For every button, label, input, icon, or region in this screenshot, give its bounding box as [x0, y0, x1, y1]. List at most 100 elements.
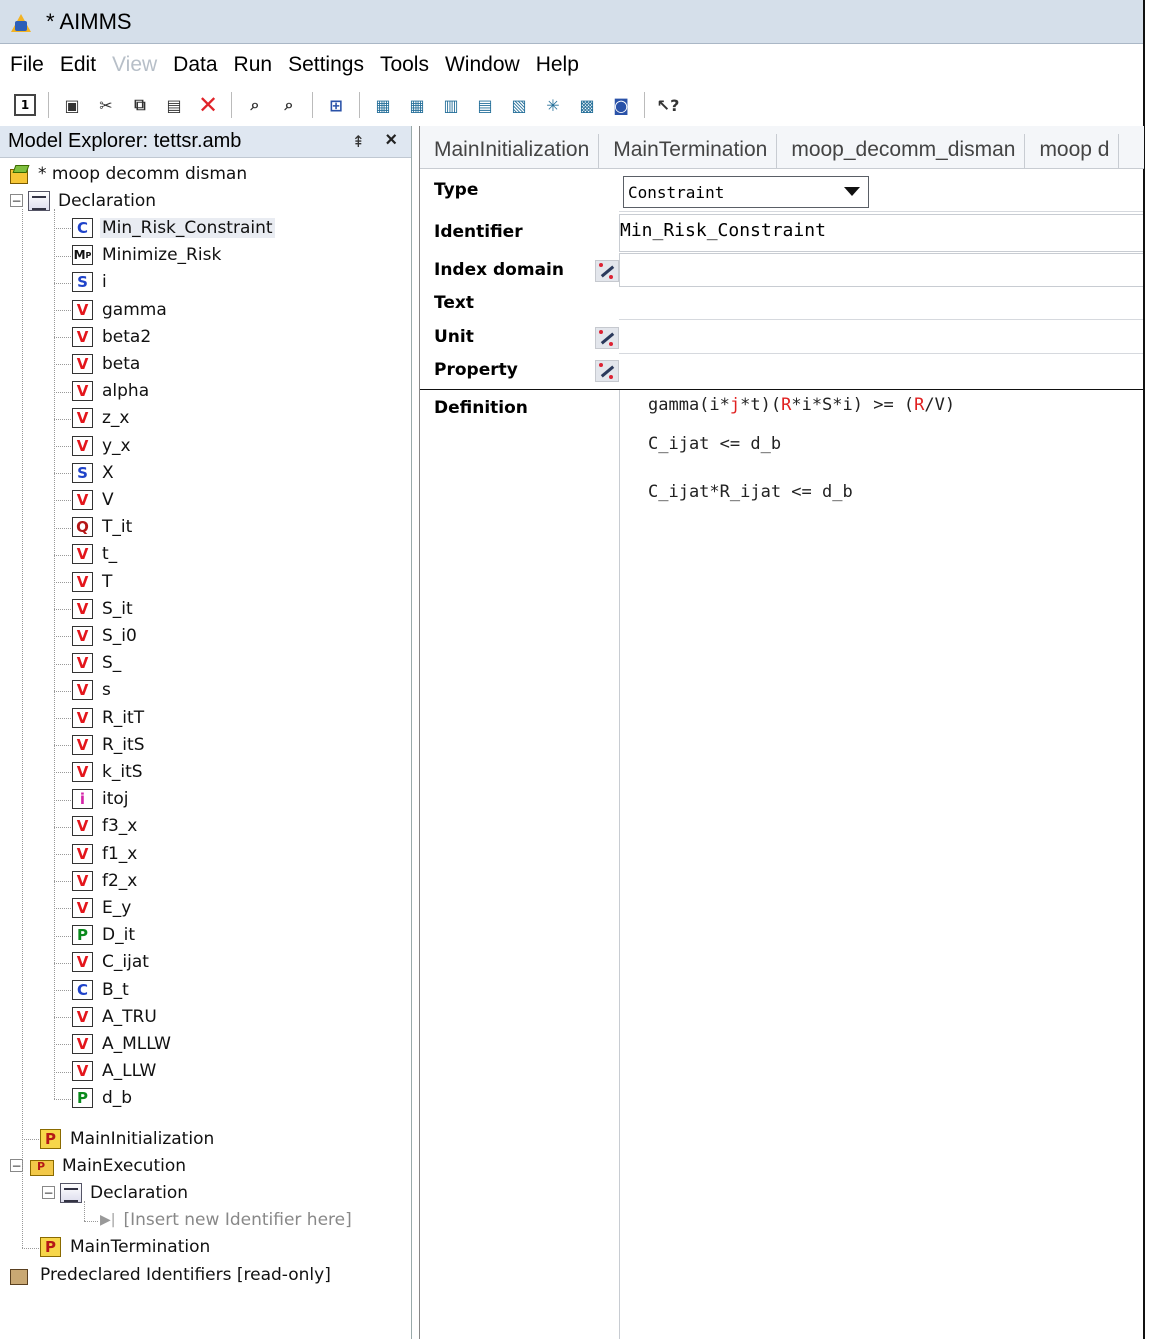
identifier-type-v-icon: V: [72, 625, 93, 646]
pin-icon[interactable]: ⇞: [352, 132, 365, 152]
tree-identifier-t[interactable]: VT: [72, 568, 114, 595]
code-token: C_ijat*R_ijat <= d_b: [648, 482, 853, 502]
help-icon[interactable]: ↖?: [657, 94, 680, 116]
wizard-wand-icon[interactable]: [595, 260, 619, 282]
tree-identifier-t_[interactable]: Vt_: [72, 541, 119, 568]
tree-declaration[interactable]: − Declaration: [10, 187, 158, 214]
tree-identifier-v[interactable]: VV: [72, 486, 116, 513]
menu-item-help[interactable]: Help: [536, 53, 579, 77]
close-icon[interactable]: ×: [385, 129, 397, 152]
tree-identifier-f1_x[interactable]: Vf1_x: [72, 840, 139, 867]
tree-identifier-beta2[interactable]: Vbeta2: [72, 323, 153, 350]
definition-line: C_ijat <= d_b: [648, 434, 781, 454]
tree-main-termination[interactable]: P MainTermination: [40, 1234, 212, 1261]
tree-identifier-label: R_itS: [102, 734, 145, 755]
identifier-type-v-icon: V: [72, 408, 93, 429]
identifier-type-m-icon: MP: [72, 245, 93, 266]
tab-maintermination[interactable]: MainTermination: [599, 134, 778, 168]
menu-item-tools[interactable]: Tools: [380, 53, 429, 77]
tree-identifier-d_it[interactable]: P D_it: [72, 922, 137, 949]
menu-item-run[interactable]: Run: [234, 53, 273, 77]
data-manager-icon[interactable]: ▧: [508, 94, 530, 116]
tab-maininitialization[interactable]: MainInitialization: [420, 134, 600, 168]
menu-item-settings[interactable]: Settings: [288, 53, 364, 77]
tree-identifier-d_b[interactable]: Pd_b: [72, 1085, 134, 1112]
menu-item-file[interactable]: File: [10, 53, 44, 77]
tree-identifier-k_its[interactable]: Vk_itS: [72, 758, 145, 785]
tree-insert-identifier-placeholder[interactable]: ▶| [Insert new Identifier here]: [100, 1207, 354, 1234]
tree-identifier-i[interactable]: Si: [72, 269, 109, 296]
tree-identifier-b_t[interactable]: C B_t: [72, 976, 131, 1003]
type-select[interactable]: Constraint: [623, 176, 869, 208]
definition-line: C_ijat*R_ijat <= d_b: [648, 482, 853, 502]
wizard-wand-icon[interactable]: [595, 327, 619, 349]
cut-icon[interactable]: ✂: [95, 94, 117, 116]
tree-identifier-z_x[interactable]: Vz_x: [72, 405, 131, 432]
library-icon[interactable]: ▩: [576, 94, 598, 116]
tree-identifier-min_risk_constraint[interactable]: C Min_Risk_Constraint: [72, 214, 275, 241]
identifier-type-p-icon: P: [72, 1088, 93, 1109]
tree-identifier-f3_x[interactable]: Vf3_x: [72, 813, 139, 840]
tree-identifier-a_llw[interactable]: V A_LLW: [72, 1058, 158, 1085]
tab-moop-decomm-disman[interactable]: moop_decomm_disman: [777, 134, 1026, 168]
tree-identifier-label: itoj: [102, 789, 129, 810]
tree-identifier-alpha[interactable]: Valpha: [72, 378, 151, 405]
zoom-icon[interactable]: ⊞: [325, 94, 347, 116]
procedure-folder-icon: [28, 1156, 54, 1176]
menu-item-data[interactable]: Data: [173, 53, 217, 77]
chevron-down-icon[interactable]: [844, 187, 860, 196]
tree-identifier-s[interactable]: Vs: [72, 677, 113, 704]
tab-moop-d[interactable]: moop d: [1025, 134, 1120, 168]
tree-identifier-t_it[interactable]: Q T_it: [72, 514, 134, 541]
tree-main-execution[interactable]: −MainExecution: [10, 1152, 188, 1179]
find-icon[interactable]: ⌕: [244, 94, 266, 116]
index-domain-field[interactable]: [619, 253, 1143, 287]
collapse-icon[interactable]: −: [10, 194, 23, 208]
tree-identifier-r_itt[interactable]: V R_itT: [72, 704, 146, 731]
index-domain-label: Index domain: [434, 260, 564, 280]
user-icon[interactable]: ◙: [610, 94, 632, 116]
tree-predeclared-identifiers[interactable]: Predeclared Identifiers [read-only]: [8, 1261, 333, 1288]
tree-root[interactable]: * moop decomm disman: [8, 160, 249, 187]
menu-item-edit[interactable]: Edit: [60, 53, 96, 77]
copy-icon[interactable]: ⧉: [129, 94, 151, 116]
wizard-wand-icon[interactable]: [595, 360, 619, 382]
property-field[interactable]: [619, 355, 1143, 389]
menu-item-window[interactable]: Window: [445, 53, 520, 77]
tree-identifier-x[interactable]: SX: [72, 459, 116, 486]
page-manager-icon[interactable]: ▦: [406, 94, 428, 116]
tree-identifier-y_x[interactable]: Vy_x: [72, 432, 133, 459]
tree-identifier-gamma[interactable]: Vgamma: [72, 296, 169, 323]
template-manager-icon[interactable]: ▥: [440, 94, 462, 116]
tree-identifier-a_tru[interactable]: V A_TRU: [72, 1003, 159, 1030]
tree-connector-line: [84, 1201, 85, 1221]
text-field[interactable]: [619, 287, 1143, 320]
tree-main-initialization[interactable]: P MainInitialization: [40, 1125, 216, 1152]
collapse-icon[interactable]: −: [42, 1186, 55, 1200]
tree-exec-declaration[interactable]: − Declaration: [42, 1179, 190, 1206]
unit-field[interactable]: [619, 321, 1143, 354]
tree-identifier-beta[interactable]: Vbeta: [72, 350, 142, 377]
tree-identifier-r_its[interactable]: V R_itS: [72, 731, 147, 758]
tree-identifier-c_ijat[interactable]: V C_ijat: [72, 949, 151, 976]
tree-identifier-itoj[interactable]: i itoj: [72, 786, 131, 813]
tree-identifier-s_it[interactable]: V S_it: [72, 595, 135, 622]
tree-identifier-s_i0[interactable]: V S_i0: [72, 622, 139, 649]
tree-identifier-e_y[interactable]: V E_y: [72, 894, 133, 921]
identifier-selector-icon[interactable]: ▦: [372, 94, 394, 116]
tree-identifier-f2_x[interactable]: Vf2_x: [72, 867, 139, 894]
menu-builder-icon[interactable]: ▤: [474, 94, 496, 116]
find-next-icon[interactable]: ⌕: [278, 94, 300, 116]
solver-icon[interactable]: ✳: [542, 94, 564, 116]
delete-icon[interactable]: ✕: [197, 91, 219, 119]
tree-connector-line: [54, 718, 71, 719]
tree-identifier-s_[interactable]: V S_: [72, 650, 123, 677]
tree-predeclared-label: Predeclared Identifiers [read-only]: [40, 1264, 331, 1285]
paste-icon[interactable]: ▤: [163, 94, 185, 116]
menu-item-view[interactable]: View: [112, 53, 157, 77]
identifier-type-v-icon: V: [72, 1033, 93, 1054]
new-document-icon[interactable]: 1: [14, 94, 36, 116]
tree-identifier-minimize_risk[interactable]: M P Minimize_Risk: [72, 242, 223, 269]
save-icon[interactable]: ▣: [61, 94, 83, 116]
tree-identifier-a_mllw[interactable]: V A_MLLW: [72, 1030, 173, 1057]
